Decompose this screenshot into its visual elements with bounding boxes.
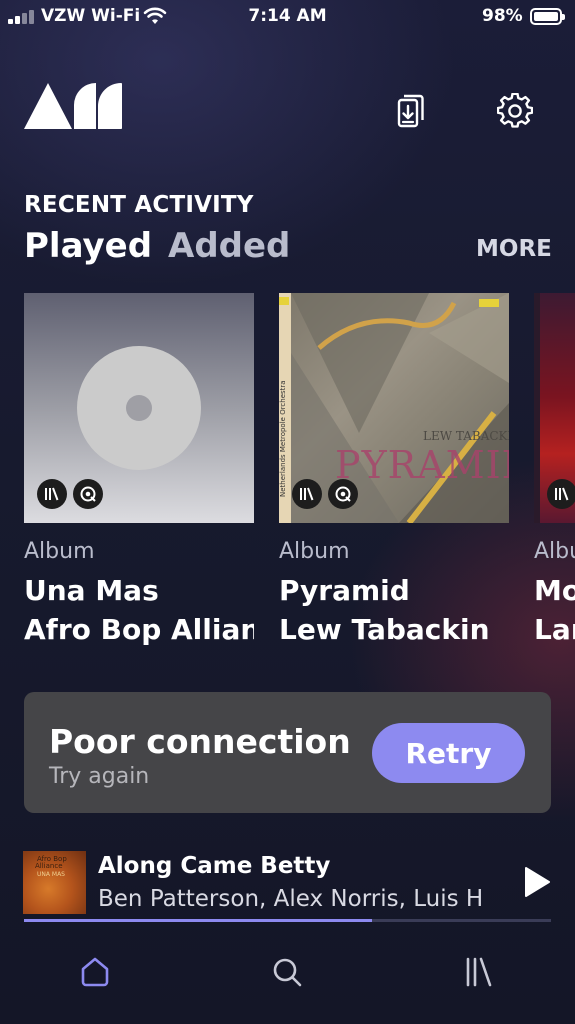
now-playing-artist[interactable]: Ben Patterson, Alex Norris, Luis He xyxy=(98,886,482,912)
playback-progress-bar[interactable] xyxy=(24,919,551,922)
quality-badge-icon[interactable] xyxy=(328,479,358,509)
card-artist: Afro Bop Alliance xyxy=(24,613,254,646)
cover-title-text: PYRAMID xyxy=(335,443,509,487)
card-artist: Lew Tabackin xyxy=(279,613,490,646)
banner-title: Poor connection xyxy=(49,722,351,761)
now-playing-art[interactable]: Afro Bop Alliance UNA MAS xyxy=(23,851,86,914)
cover-artist-text: LEW TABACKIN xyxy=(423,429,509,443)
album-art-placeholder xyxy=(24,293,254,523)
playback-progress-fill xyxy=(24,919,372,922)
album-card[interactable]: Albu Mo Lar xyxy=(534,293,575,646)
tab-added[interactable]: Added xyxy=(168,226,290,266)
banner-subtitle: Try again xyxy=(49,764,150,789)
card-artist: Lar xyxy=(534,613,575,646)
card-title: Una Mas xyxy=(24,574,159,607)
poor-connection-banner: Poor connection Try again Retry xyxy=(24,692,551,813)
library-badge-icon[interactable] xyxy=(37,479,67,509)
search-icon[interactable] xyxy=(270,955,304,989)
status-bar: VZW Wi-Fi 7:14 AM 98% xyxy=(0,0,575,34)
home-icon[interactable] xyxy=(78,955,112,989)
card-type: Album xyxy=(24,539,95,564)
play-icon[interactable] xyxy=(522,866,552,898)
card-title: Pyramid xyxy=(279,574,410,607)
downloads-icon[interactable] xyxy=(392,93,428,129)
section-title: RECENT ACTIVITY xyxy=(24,192,254,218)
quality-badge-icon[interactable] xyxy=(73,479,103,509)
art-text-line2: Alliance xyxy=(35,862,63,870)
now-playing-title[interactable]: Along Came Betty xyxy=(98,853,330,879)
cover-orchestra-text: Netherlands Metropole Orchestra xyxy=(279,380,287,497)
album-art: LEW TABACKIN PYRAMID Netherlands Metropo… xyxy=(279,293,509,523)
card-type: Album xyxy=(279,539,350,564)
tab-played[interactable]: Played xyxy=(24,226,152,266)
retry-button[interactable]: Retry xyxy=(372,723,525,783)
battery-icon xyxy=(530,8,565,25)
library-badge-icon[interactable] xyxy=(547,479,575,509)
art-text-line3: UNA MAS xyxy=(37,871,65,878)
library-icon[interactable] xyxy=(462,955,496,989)
library-badge-icon[interactable] xyxy=(292,479,322,509)
battery-percent: 98% xyxy=(482,6,523,26)
gear-icon[interactable] xyxy=(497,93,533,129)
card-title: Mo xyxy=(534,574,575,607)
album-art xyxy=(534,293,575,523)
card-type: Albu xyxy=(534,539,575,564)
arc-logo xyxy=(24,83,122,129)
album-card[interactable]: Album Una Mas Afro Bop Alliance xyxy=(24,293,254,646)
album-card[interactable]: LEW TABACKIN PYRAMID Netherlands Metropo… xyxy=(279,293,509,646)
more-link[interactable]: MORE xyxy=(476,236,552,262)
